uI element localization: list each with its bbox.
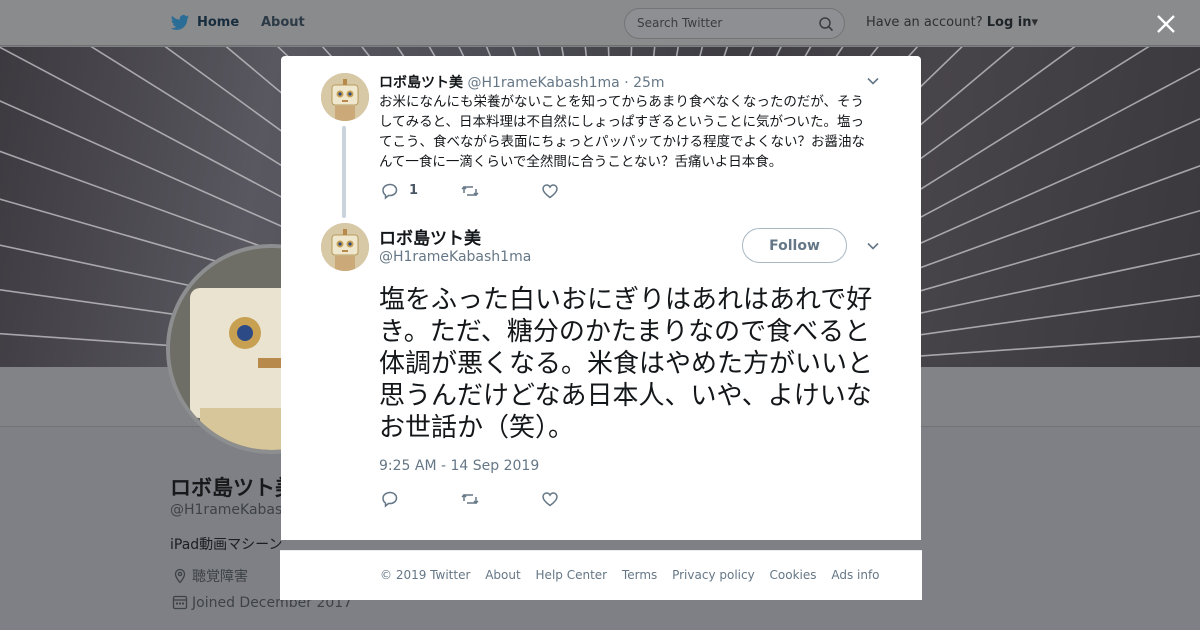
tweet-timestamp[interactable]: 9:25 AM - 14 Sep 2019 [379, 458, 539, 474]
chevron-down-icon[interactable] [866, 74, 880, 88]
profile-location: 聴覚障害 [172, 566, 248, 586]
avatar[interactable] [321, 73, 369, 121]
robot-avatar-image [321, 73, 369, 121]
footer-ads-link[interactable]: Ads info [831, 568, 879, 582]
footer-privacy-link[interactable]: Privacy policy [672, 568, 755, 582]
calendar-icon [172, 595, 188, 610]
account-prompt: Have an account? Log in▾ [866, 15, 1038, 30]
reply-count: 1 [409, 183, 419, 198]
login-caret-icon[interactable]: ▾ [1032, 15, 1039, 30]
top-navigation-bar: Home About Search Twitter Have an accoun… [0, 0, 1200, 46]
follow-button[interactable]: Follow [742, 228, 847, 263]
tweet-modal: ロボ島ツト美 @H1rameKabash1ma · 25m お米になんにも栄養が… [281, 56, 921, 540]
footer-copyright: © 2019 Twitter [380, 568, 471, 582]
profile-bio: iPad動画マシーン [170, 537, 283, 553]
retweet-icon[interactable] [461, 490, 479, 508]
chevron-down-icon[interactable] [866, 239, 880, 253]
robot-avatar-image [321, 223, 369, 271]
account-prompt-text: Have an account? [866, 15, 983, 30]
reply-icon[interactable] [381, 490, 399, 508]
tweet-author-name[interactable]: ロボ島ツト美 [379, 75, 463, 91]
login-link[interactable]: Log in [987, 15, 1032, 30]
tweet-text: 塩をふった白いおにぎりはあれはあれで好き。ただ、糖分のかたまりなので食べると体調… [379, 285, 874, 443]
footer-cookies-link[interactable]: Cookies [770, 568, 817, 582]
footer-about-link[interactable]: About [485, 568, 520, 582]
footer-terms-link[interactable]: Terms [622, 568, 657, 582]
search-placeholder: Search Twitter [637, 16, 723, 30]
profile-location-text: 聴覚障害 [192, 569, 248, 585]
close-icon[interactable] [1154, 12, 1178, 36]
location-pin-icon [174, 568, 186, 584]
nav-about-link[interactable]: About [261, 15, 305, 30]
tweet-time[interactable]: · 25m [624, 75, 664, 91]
profile-name: ロボ島ツト美 [170, 476, 296, 500]
heart-icon[interactable] [541, 490, 559, 508]
reply-icon[interactable] [381, 182, 399, 200]
search-input[interactable]: Search Twitter [624, 8, 845, 39]
footer-help-link[interactable]: Help Center [536, 568, 608, 582]
tweet-text: お米になんにも栄養がないことを知ってからあまり食べなくなったのだが、そうしてみる… [379, 94, 865, 170]
nav-home-link[interactable]: Home [197, 15, 239, 30]
tweet-author-name[interactable]: ロボ島ツト美 [379, 224, 481, 249]
retweet-icon[interactable] [461, 182, 479, 200]
search-icon[interactable] [818, 16, 834, 32]
tweet-author-handle[interactable]: @H1rameKabash1ma [467, 75, 619, 91]
tweet-author-handle[interactable]: @H1rameKabash1ma [379, 249, 531, 265]
thread-connector [342, 126, 346, 218]
twitter-bird-icon[interactable] [170, 13, 190, 33]
tweet-header: ロボ島ツト美 @H1rameKabash1ma · 25m [379, 72, 665, 92]
modal-footer: © 2019 Twitter About Help Center Terms P… [280, 550, 922, 600]
footer-links: © 2019 Twitter About Help Center Terms P… [380, 568, 891, 582]
heart-icon[interactable] [541, 182, 559, 200]
avatar[interactable] [321, 223, 369, 271]
